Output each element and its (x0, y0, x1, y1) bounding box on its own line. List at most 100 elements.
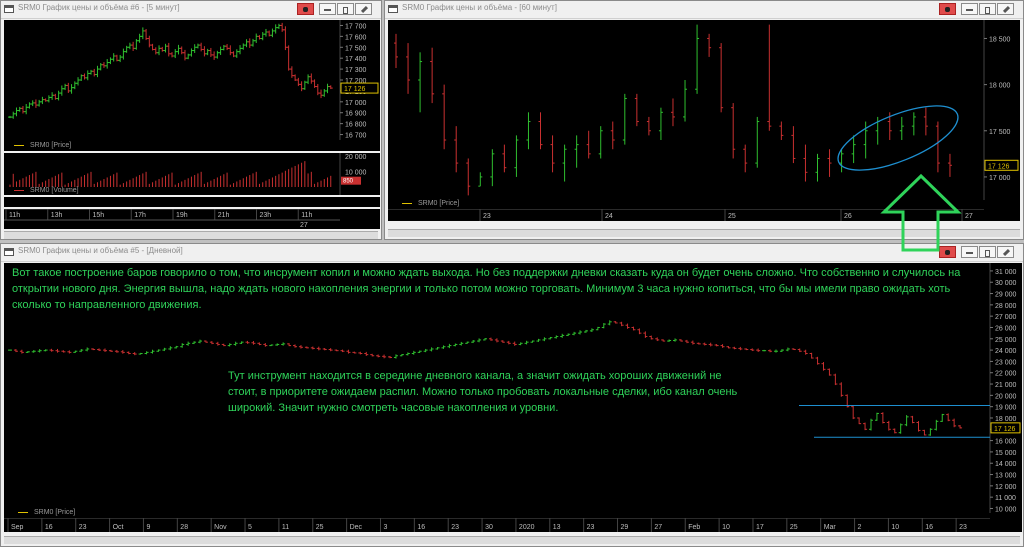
time-tick-label: 17h (134, 212, 146, 219)
price-tick-label: 17 000 (345, 100, 367, 107)
time-tick-label: Oct (113, 524, 124, 531)
minimize-button[interactable] (961, 3, 978, 15)
horizontal-scrollbar[interactable] (4, 536, 1020, 544)
price-tick-label: 25 000 (995, 337, 1017, 344)
horizontal-scrollbar[interactable] (4, 231, 378, 239)
time-tick-label: 15h (93, 212, 105, 219)
time-tick-label: 25 (790, 524, 798, 531)
time-tick-label: 29 (621, 524, 629, 531)
price-tick-label: 17 700 (345, 23, 367, 30)
link-icon[interactable] (939, 246, 956, 258)
time-tick-label: 23 (959, 524, 967, 531)
price-tick-label: 16 700 (345, 133, 367, 140)
price-tick-label: 28 000 (995, 303, 1017, 310)
price-tick-label: 24 000 (995, 348, 1017, 355)
price-tick-label: 23 000 (995, 359, 1017, 366)
last-price-label: 17 126 (988, 163, 1010, 170)
last-volume-label: 850 (343, 179, 354, 185)
restore-button[interactable] (979, 3, 996, 15)
price-tick-label: 13 000 (995, 473, 1017, 480)
time-tick-label: 10 (891, 524, 899, 531)
close-button[interactable] (997, 246, 1014, 258)
price-tick-label: 14 000 (995, 461, 1017, 468)
minimize-button[interactable] (961, 246, 978, 258)
chart-window-icon (4, 248, 14, 256)
last-price-label: 17 126 (344, 86, 366, 93)
price-tick-label: 29 000 (995, 292, 1017, 299)
time-tick-label: Nov (214, 524, 227, 531)
restore-button[interactable] (979, 246, 996, 258)
chart-window-icon (4, 5, 14, 13)
volume-pane[interactable]: 20 000 10 000 850 SRM0 [Volume] (4, 153, 380, 195)
price-tick-label: 31 000 (995, 269, 1017, 276)
time-tick-label: 23 (483, 213, 491, 220)
time-axis: 23 24 25 26 27 (388, 209, 1020, 221)
time-tick-label: 9 (146, 524, 150, 531)
time-tick-label: 5 (248, 524, 252, 531)
price-tick-label: 18 500 (989, 36, 1011, 43)
close-button[interactable] (355, 3, 372, 15)
legend-price: SRM0 [Price] (14, 142, 71, 149)
accumulation-ellipse (837, 105, 959, 171)
price-tick-label: 17 500 (345, 45, 367, 52)
time-tick-label: 3 (383, 524, 387, 531)
annotation-mid-note: Тут инструмент находится в середине днев… (228, 370, 738, 414)
time-tick-label: 23 (79, 524, 87, 531)
time-tick-label: 19h (176, 212, 188, 219)
time-tick-label: 24 (605, 213, 613, 220)
price-tick-label: 10 000 (995, 506, 1017, 513)
minimize-button[interactable] (319, 3, 336, 15)
window-titlebar[interactable]: SRM0 График цены и объёма #5 - [Дневной] (1, 244, 1023, 262)
time-tick-label: 16 (417, 524, 425, 531)
time-date-label: 27 (300, 222, 308, 229)
price-tick-label: 17 500 (989, 129, 1011, 136)
price-tick-label: 19 000 (995, 405, 1017, 412)
price-tick-label: 17 000 (989, 175, 1011, 182)
window-titlebar[interactable]: SRM0 График цены и объёма #6 - [5 минут] (1, 1, 381, 19)
window-titlebar[interactable]: SRM0 График цены и объёма - [60 минут] (385, 1, 1023, 19)
price-tick-label: 16 900 (345, 111, 367, 118)
price-tick-label: 26 000 (995, 325, 1017, 332)
time-tick-label: 16 (925, 524, 933, 531)
chart-window-60min: SRM0 График цены и объёма - [60 минут] 1… (384, 0, 1024, 240)
price-tick-label: 16 800 (345, 122, 367, 129)
time-tick-label: 23 (451, 524, 459, 531)
price-tick-label: 11 000 (995, 495, 1016, 502)
time-axis: 11h 13h 15h 17h 19h 21h 23h 11h 27 (4, 209, 380, 229)
time-tick-label: 26 (844, 213, 852, 220)
close-button[interactable] (997, 3, 1014, 15)
price-pane[interactable]: 18 500 18 000 17 500 17 000 17 126 SRM0 [Pri… (388, 20, 1020, 209)
price-chart-5min[interactable]: 17 70017 60017 50017 40017 30017 20017 1… (4, 20, 380, 151)
price-pane[interactable]: 17 70017 60017 50017 40017 30017 20017 1… (4, 20, 380, 151)
price-tick-label: 15 000 (995, 450, 1017, 457)
time-tick-label: 17 (756, 524, 764, 531)
price-chart-60min[interactable]: 18 500 18 000 17 500 17 000 17 126 (388, 20, 1020, 209)
time-tick-label: 25 (316, 524, 324, 531)
volume-tick-label: 20 000 (345, 154, 367, 161)
price-tick-label: 18 000 (989, 83, 1011, 90)
annotation-top-note: Вот такое построение баров говорило о то… (12, 267, 961, 311)
volume-tick-label: 10 000 (345, 170, 367, 177)
price-tick-label: 12 000 (995, 484, 1017, 491)
restore-button[interactable] (337, 3, 354, 15)
link-icon[interactable] (297, 3, 314, 15)
price-tick-label: 27 000 (995, 314, 1017, 321)
time-tick-label: 27 (654, 524, 662, 531)
legend-volume: SRM0 [Volume] (14, 187, 79, 194)
price-tick-label: 18 000 (995, 416, 1017, 423)
time-tick-label: 13 (553, 524, 561, 531)
chart-window-5min: SRM0 График цены и объёма #6 - [5 минут]… (0, 0, 382, 240)
time-tick-label: 2 (858, 524, 862, 531)
legend-price: SRM0 [Price] (402, 200, 459, 207)
empty-pane (4, 197, 380, 207)
horizontal-scrollbar[interactable] (388, 229, 1020, 237)
price-tick-label: 20 000 (995, 393, 1017, 400)
link-icon[interactable] (939, 3, 956, 15)
window-title: SRM0 График цены и объёма #5 - [Дневной] (18, 246, 183, 255)
chart-window-icon (388, 5, 398, 13)
price-tick-label: 17 600 (345, 34, 367, 41)
price-tick-label: 30 000 (995, 280, 1017, 287)
window-title: SRM0 График цены и объёма - [60 минут] (402, 3, 557, 12)
time-tick-label: 23h (260, 212, 272, 219)
time-tick-label: 21h (218, 212, 230, 219)
